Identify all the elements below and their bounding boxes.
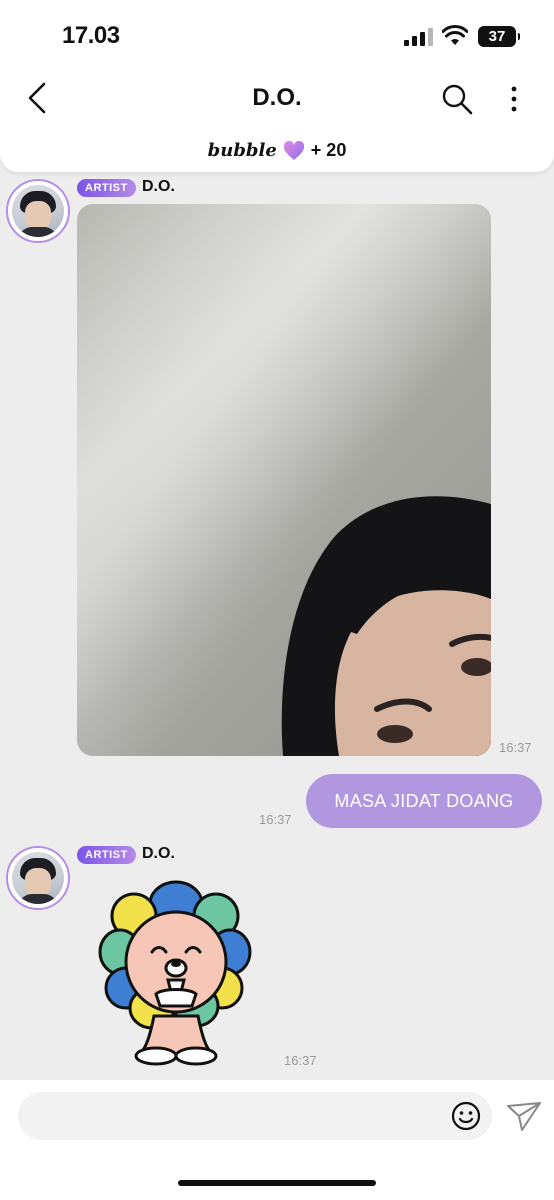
more-options-button[interactable] bbox=[502, 82, 526, 116]
wifi-icon bbox=[442, 25, 468, 45]
message-time: 16:37 bbox=[259, 812, 292, 827]
my-message-bubble[interactable]: MASA JIDAT DOANG bbox=[306, 774, 542, 828]
artist-badge: ARTIST bbox=[77, 179, 136, 197]
heart-icon bbox=[283, 140, 304, 160]
bubble-subscription-bar[interactable]: bubble + 20 bbox=[0, 128, 554, 172]
sender-name: D.O. bbox=[142, 178, 175, 195]
sender-name: D.O. bbox=[142, 845, 175, 862]
status-time: 17.03 bbox=[62, 22, 120, 49]
smiley-icon bbox=[451, 1101, 481, 1131]
artist-avatar[interactable] bbox=[6, 179, 70, 243]
artist-avatar[interactable] bbox=[6, 846, 70, 910]
message-input[interactable] bbox=[18, 1092, 492, 1140]
chat-header: D.O. bbox=[0, 70, 554, 128]
status-bar: 17.03 37 bbox=[0, 0, 554, 70]
signal-icon bbox=[404, 28, 434, 46]
send-button[interactable] bbox=[506, 1100, 542, 1132]
send-icon bbox=[507, 1102, 541, 1131]
bubble-logo: bubble bbox=[207, 140, 277, 161]
message-time: 16:37 bbox=[284, 1053, 317, 1068]
bubble-count: + 20 bbox=[310, 140, 347, 160]
emoji-button[interactable] bbox=[450, 1100, 482, 1132]
selfie-image bbox=[77, 204, 491, 756]
artist-badge: ARTIST bbox=[77, 846, 136, 864]
search-icon bbox=[442, 84, 473, 115]
flower-lion-sticker[interactable] bbox=[96, 876, 256, 1066]
more-vertical-icon bbox=[511, 86, 517, 112]
message-composer bbox=[0, 1080, 554, 1200]
photo-message[interactable] bbox=[77, 204, 491, 756]
battery-indicator: 37 bbox=[478, 26, 520, 47]
message-time: 16:37 bbox=[499, 740, 532, 755]
home-indicator bbox=[178, 1180, 376, 1186]
search-button[interactable] bbox=[440, 82, 474, 116]
